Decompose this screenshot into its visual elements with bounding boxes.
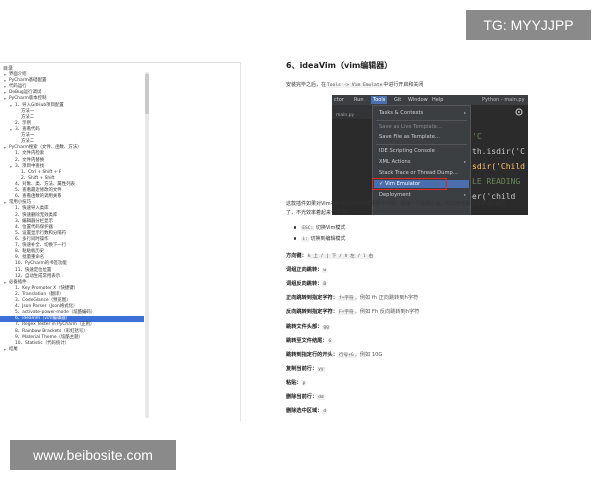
command-key: dd: [317, 395, 325, 400]
command-label: 粘贴：: [286, 379, 302, 386]
command-row: 粘贴：p: [286, 379, 307, 386]
chevron-down-icon[interactable]: ▾: [4, 347, 6, 353]
dropdown-item[interactable]: IDE Scripting Console: [379, 148, 435, 154]
command-key: yy: [317, 366, 325, 372]
ide-menubar: ctor Run Tools Git Window Help Python - …: [332, 95, 528, 105]
table-of-contents: 目录 ▾ 界面介绍 ▾ PyCharm基础配置 ▾ 代码运行 ▾ DeBug运行调试 ▾ PyCh…: [0, 62, 241, 421]
command-label: 正向跳转到指定字符：: [286, 295, 338, 302]
bullet-icon: [294, 226, 297, 229]
command-row: 方向键：k 上 / j 下 / h 左 / l 右: [286, 252, 375, 259]
section-heading: 6、ideaVim（vim编辑器）: [286, 61, 393, 70]
dropdown-item[interactable]: Tasks & Contexts: [379, 110, 423, 116]
dropdown-item[interactable]: Save as Live Template...: [379, 124, 442, 130]
command-note: ，例如 fh 正向跳转到h字符: [354, 295, 419, 302]
dropdown-item[interactable]: XML Actions: [379, 159, 411, 165]
command-key: B: [322, 282, 328, 288]
command-key: p: [301, 380, 307, 386]
dropdown-item[interactable]: Stack Trace or Thread Dump...: [379, 170, 458, 176]
gear-icon: [515, 108, 523, 116]
command-row: 正向跳转到指定字符：f+字符，例如 fh 正向跳转到h字符: [286, 294, 419, 302]
bullet-code: ESC:: [301, 226, 315, 231]
menu-item: ctor: [334, 97, 344, 103]
intro-pre: 安装完毕之后，在: [286, 82, 327, 88]
command-label: 删除当前行：: [286, 394, 318, 400]
submenu-arrow-icon: ▸: [463, 159, 466, 164]
command-key: w: [322, 268, 328, 274]
menu-item: Window: [408, 97, 428, 103]
command-row: 词组正向跳转：w: [286, 266, 328, 274]
command-label: 跳转文件头部：: [286, 323, 323, 330]
bullet-text: 切换Vim模式: [315, 225, 346, 231]
command-key: d: [322, 409, 328, 415]
command-row: 跳转文件头部：gg: [286, 323, 330, 330]
intro-code: Tools -> Vim Emulate: [326, 83, 384, 88]
command-label: 方向键：: [286, 253, 307, 259]
command-row: 删除选中区域：d: [286, 407, 328, 415]
command-row: 跳转至文件结尾：G: [286, 337, 333, 344]
dropdown-item[interactable]: Deployment: [379, 192, 411, 198]
command-key: G: [327, 338, 333, 344]
menu-item: Git: [394, 97, 402, 103]
toc-scrollbar[interactable]: [145, 72, 149, 418]
ide-screenshot: ctor Run Tools Git Window Help Python - …: [332, 95, 528, 215]
code-line: LE READING: [472, 177, 521, 186]
toc-item-label: 结尾: [9, 346, 18, 352]
bullet-icon: [294, 237, 297, 240]
command-row: 删除当前行：dd: [286, 393, 325, 400]
toc-title: 目录: [3, 66, 14, 72]
command-key: F+字符: [337, 310, 355, 316]
menu-item: Run: [354, 97, 364, 103]
command-label: 跳转到指定行的开头：: [286, 351, 338, 358]
command-key: 行号+G: [337, 352, 355, 358]
command-label: 删除选中区域：: [286, 408, 323, 415]
command-row: 反向跳转到指定字符：F+字符，例如 Fh 反向跳转到h字符: [286, 308, 420, 316]
code-line: 'C: [472, 132, 482, 141]
menu-divider: [376, 144, 467, 145]
menu-item-selected: Tools: [371, 96, 388, 104]
command-label: 反向跳转到指定字符：: [286, 309, 338, 316]
bullet-item: ESC: 切换Vim模式: [294, 224, 345, 231]
toc-scrollbar-thumb[interactable]: [145, 74, 149, 114]
tools-dropdown-menu: Tasks & Contexts ▸ Save as Live Template…: [372, 105, 471, 215]
command-label: 词组正向跳转：: [286, 267, 323, 274]
command-key: f+字符: [337, 296, 355, 302]
code-line: sdir('Child: [472, 162, 525, 171]
menu-item: Help: [432, 97, 444, 103]
command-key: k 上 / j 下 / h 左 / l 右: [306, 254, 375, 259]
command-note: ，例如 10G: [354, 351, 383, 358]
window-title: Python - main.py: [482, 97, 525, 103]
description-paragraph-2: 了，不光效率着起来也很装X。: [286, 210, 355, 216]
watermark-bottom: www.beibosite.com: [10, 440, 176, 470]
command-label: 复制当前行：: [286, 365, 318, 372]
submenu-arrow-icon: ▸: [463, 192, 466, 197]
dropdown-item[interactable]: Save File as Template...: [379, 134, 440, 140]
code-editor: 'C th.isdir('C sdir('Child LE READING er…: [472, 129, 525, 204]
highlight-box: [372, 178, 447, 190]
code-line: th.isdir('C: [472, 147, 525, 156]
intro-paragraph: 安装完毕之后，在Tools -> Vim Emulate中进行开启和关闭: [286, 81, 423, 88]
ide-tab: main.py: [336, 113, 355, 118]
command-row: 跳转到指定行的开头：行号+G，例如 10G: [286, 351, 382, 358]
command-key: gg: [322, 324, 330, 330]
toc-item[interactable]: ▾ 结尾: [0, 347, 144, 353]
command-note: ，例如 Fh 反向跳转到h字符: [354, 309, 420, 316]
intro-post: 中进行开启和关闭: [383, 82, 424, 88]
bullet-item: i: 切换到编辑模式: [294, 235, 345, 242]
command-label: 词组反向跳转：: [286, 281, 323, 288]
submenu-arrow-icon: ▸: [463, 110, 466, 115]
command-label: 跳转至文件结尾：: [286, 337, 328, 344]
toc-list: ▾ 界面介绍 ▾ PyCharm基础配置 ▾ 代码运行 ▾ DeBug运行调试 ▾ PyCharm…: [0, 72, 144, 353]
description-paragraph: 这款插件如果对Vim不熟悉的刚开始用回很不习惯，但是一旦熟悉之后，可以完全脱离鼠…: [286, 201, 506, 207]
bullet-text: 切换到编辑模式: [310, 236, 346, 242]
command-row: 复制当前行：yy: [286, 365, 325, 372]
command-row: 词组反向跳转：B: [286, 280, 328, 288]
menu-divider: [376, 120, 467, 121]
bullet-code: i:: [301, 237, 309, 242]
watermark-top: TG: MYYJJPP: [466, 10, 591, 40]
